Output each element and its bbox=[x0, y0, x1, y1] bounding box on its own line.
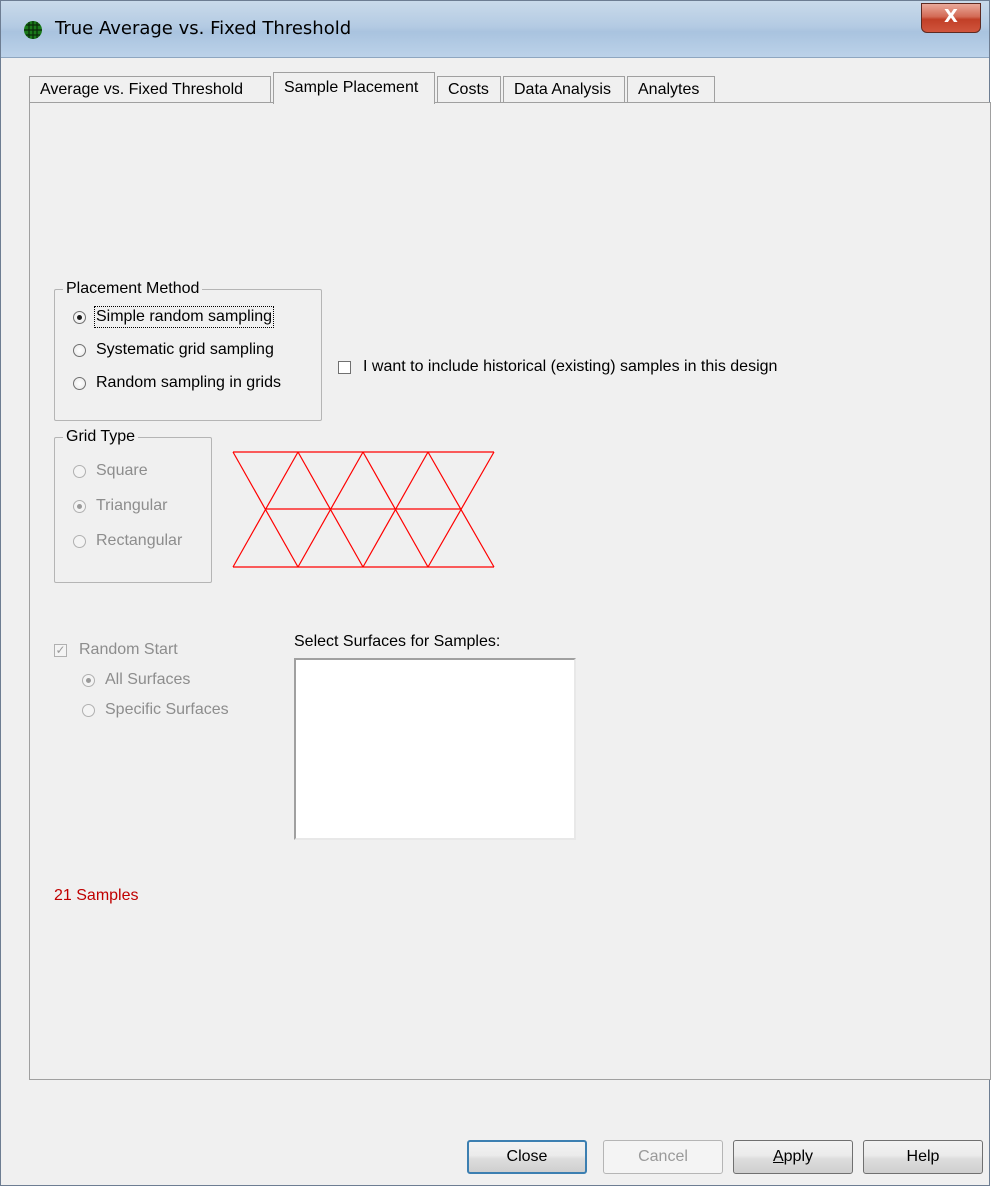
placement-method-group: Placement Method Simple random sampling … bbox=[54, 280, 322, 421]
systematic-grid-sampling-label: Systematic grid sampling bbox=[96, 341, 274, 358]
include-historical-samples-label: I want to include historical (existing) … bbox=[363, 358, 778, 375]
triangular-label: Triangular bbox=[96, 497, 168, 514]
radio-button-icon[interactable] bbox=[73, 343, 86, 357]
close-window-button[interactable]: X bbox=[921, 3, 981, 33]
apply-mnemonic: A bbox=[772, 1148, 784, 1165]
include-historical-samples-checkbox[interactable]: I want to include historical (existing) … bbox=[338, 356, 777, 378]
radio-button-icon[interactable] bbox=[73, 376, 86, 390]
title-bar[interactable]: True Average vs. Fixed Threshold X bbox=[1, 1, 989, 58]
checkbox-icon[interactable] bbox=[338, 360, 351, 374]
tab-average-vs-fixed-threshold[interactable]: Average vs. Fixed Threshold bbox=[29, 76, 271, 102]
tab-sample-placement[interactable]: Sample Placement bbox=[273, 72, 435, 104]
help-button[interactable]: Help bbox=[863, 1140, 983, 1174]
rectangular-label: Rectangular bbox=[96, 532, 183, 549]
dialog-client: Average vs. Fixed Threshold Sample Place… bbox=[9, 57, 991, 1179]
surfaces-listbox[interactable] bbox=[294, 658, 576, 840]
systematic-grid-sampling-option[interactable]: Systematic grid sampling bbox=[73, 339, 274, 361]
random-start-label: Random Start bbox=[79, 641, 178, 658]
all-surfaces-label: All Surfaces bbox=[105, 671, 191, 688]
specific-surfaces-option[interactable]: Specific Surfaces bbox=[82, 699, 229, 721]
all-surfaces-option[interactable]: All Surfaces bbox=[82, 669, 190, 691]
random-start-checkbox[interactable]: ✓ Random Start bbox=[54, 639, 178, 661]
tab-costs[interactable]: Costs bbox=[437, 76, 501, 102]
tab-data-analysis[interactable]: Data Analysis bbox=[503, 76, 625, 102]
sample-placement-panel: Placement Method Simple random sampling … bbox=[29, 102, 991, 1080]
radio-button-icon[interactable] bbox=[73, 534, 86, 548]
random-sampling-in-grids-label: Random sampling in grids bbox=[96, 374, 281, 391]
sample-count-status: 21 Samples bbox=[54, 887, 139, 904]
triangular-option[interactable]: Triangular bbox=[73, 495, 167, 517]
checkmark-icon[interactable]: ✓ bbox=[54, 643, 67, 657]
close-button[interactable]: Close bbox=[467, 1140, 587, 1174]
simple-random-sampling-label: Simple random sampling bbox=[93, 306, 275, 328]
dialog-window: True Average vs. Fixed Threshold X Avera… bbox=[0, 0, 991, 1186]
radio-button-icon[interactable] bbox=[82, 703, 95, 717]
specific-surfaces-label: Specific Surfaces bbox=[105, 701, 229, 718]
app-globe-icon bbox=[24, 21, 42, 39]
grid-type-label: Grid Type bbox=[63, 428, 139, 446]
simple-random-sampling-option[interactable]: Simple random sampling bbox=[73, 306, 275, 328]
select-surfaces-label: Select Surfaces for Samples: bbox=[294, 633, 501, 650]
grid-type-group: Grid Type Square Triangular Rectangular bbox=[54, 428, 212, 583]
random-sampling-in-grids-option[interactable]: Random sampling in grids bbox=[73, 372, 281, 394]
triangular-grid-preview bbox=[232, 451, 495, 568]
tab-analytes[interactable]: Analytes bbox=[627, 76, 715, 102]
cancel-button[interactable]: Cancel bbox=[603, 1140, 723, 1174]
square-option[interactable]: Square bbox=[73, 460, 148, 482]
placement-method-label: Placement Method bbox=[63, 280, 203, 298]
radio-button-icon[interactable] bbox=[73, 310, 86, 324]
window-title: True Average vs. Fixed Threshold bbox=[55, 18, 352, 39]
radio-button-icon[interactable] bbox=[82, 673, 95, 687]
radio-button-icon[interactable] bbox=[73, 499, 86, 513]
apply-label: pply bbox=[783, 1148, 814, 1165]
radio-button-icon[interactable] bbox=[73, 464, 86, 478]
rectangular-option[interactable]: Rectangular bbox=[73, 530, 182, 552]
square-label: Square bbox=[96, 462, 148, 479]
apply-button[interactable]: Apply bbox=[733, 1140, 853, 1174]
